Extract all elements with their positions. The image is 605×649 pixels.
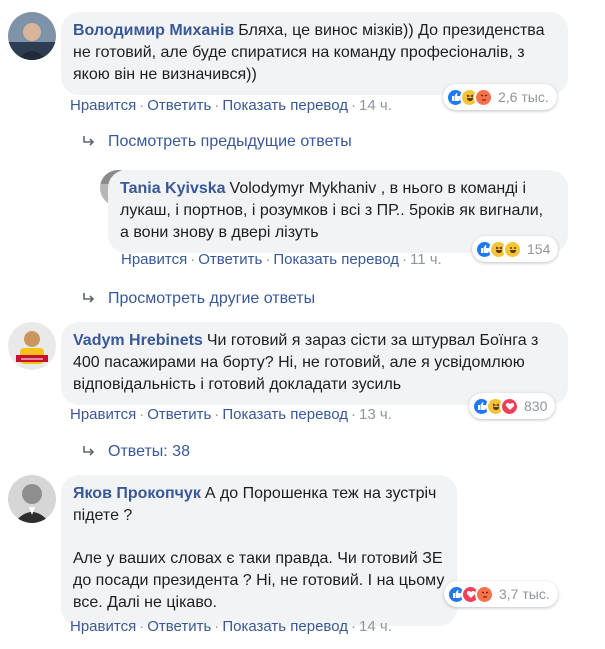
translate-link[interactable]: Показать перевод xyxy=(222,618,348,635)
comment-time[interactable]: 14 ч. xyxy=(359,97,392,114)
view-previous-replies-label: Посмотреть предыдущие ответы xyxy=(108,133,352,150)
reply-arrow-icon xyxy=(83,293,95,303)
comment-bubble: Яков Прокопчук А до Порошенка теж на зуст… xyxy=(61,475,457,626)
reaction-count: 830 xyxy=(524,398,548,414)
angry-icon xyxy=(475,584,494,604)
view-previous-replies[interactable]: Посмотреть предыдущие ответы xyxy=(82,133,352,151)
avatar[interactable] xyxy=(8,322,56,370)
reply-arrow-icon xyxy=(83,446,95,456)
comment-author[interactable]: Яков Прокопчук xyxy=(73,485,201,502)
comment-actions: Нравится · Ответить · Показать перевод · 11 ч. xyxy=(121,251,442,268)
view-replies-label: Ответы: 38 xyxy=(108,443,190,460)
comment-bubble: Володимир Миханів Бляха, це винос мізків)… xyxy=(61,12,568,95)
reactions-summary[interactable]: 3,7 тыс. xyxy=(444,581,558,607)
view-replies[interactable]: Ответы: 38 xyxy=(82,443,190,461)
comment-actions: Нравится · Ответить · Показать перевод · 14 ч. xyxy=(70,618,392,635)
comment-author[interactable]: Володимир Миханів xyxy=(73,22,234,39)
comment-time[interactable]: 13 ч. xyxy=(359,406,392,423)
reply-link[interactable]: Ответить xyxy=(147,406,211,423)
translate-link[interactable]: Показать перевод xyxy=(273,251,399,268)
reply-link[interactable]: Ответить xyxy=(198,251,262,268)
view-other-replies-label: Просмотреть другие ответы xyxy=(108,290,316,307)
like-link[interactable]: Нравится xyxy=(70,618,136,635)
reactions-summary[interactable]: 2,6 тыс. xyxy=(443,84,557,110)
reply-link[interactable]: Ответить xyxy=(147,618,211,635)
comment-actions: Нравится · Ответить · Показать перевод · 13 ч. xyxy=(70,406,392,423)
angry-icon xyxy=(474,87,493,107)
reply-link[interactable]: Ответить xyxy=(147,97,211,114)
comment-actions: Нравится · Ответить · Показать перевод · 14 ч. xyxy=(70,97,392,114)
love-icon xyxy=(500,396,519,416)
avatar[interactable] xyxy=(8,475,56,523)
like-link[interactable]: Нравится xyxy=(70,97,136,114)
reply-arrow-icon xyxy=(83,136,95,146)
comment-time[interactable]: 11 ч. xyxy=(410,251,442,268)
reactions-summary[interactable]: 830 xyxy=(469,393,556,419)
reaction-count: 2,6 тыс. xyxy=(498,89,549,105)
reaction-count: 154 xyxy=(527,241,551,257)
comment-text-paragraph: Але у ваших словах є таки правда. Чи гот… xyxy=(73,550,445,611)
like-link[interactable]: Нравится xyxy=(70,406,136,423)
view-other-replies[interactable]: Просмотреть другие ответы xyxy=(82,290,315,308)
avatar[interactable] xyxy=(8,12,56,60)
reactions-summary[interactable]: 154 xyxy=(472,236,559,262)
translate-link[interactable]: Показать перевод xyxy=(222,97,348,114)
like-link[interactable]: Нравится xyxy=(121,251,187,268)
comment-time[interactable]: 14 ч. xyxy=(359,618,392,635)
haha-icon xyxy=(503,239,522,259)
reaction-count: 3,7 тыс. xyxy=(499,586,550,602)
translate-link[interactable]: Показать перевод xyxy=(222,406,348,423)
comment-author[interactable]: Tania Kyivska xyxy=(120,180,226,197)
comment-author[interactable]: Vadym Hrebinets xyxy=(73,332,203,349)
